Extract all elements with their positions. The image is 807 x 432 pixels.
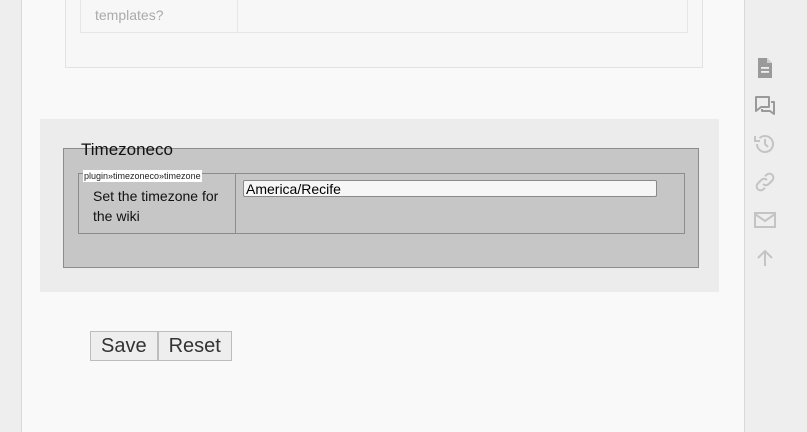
discussion-icon[interactable] bbox=[751, 92, 779, 120]
save-button[interactable]: Save bbox=[90, 331, 158, 361]
form-actions: Save Reset bbox=[90, 331, 232, 361]
timezone-input[interactable] bbox=[243, 180, 657, 197]
mail-icon[interactable] bbox=[751, 206, 779, 234]
config-label-cell: templates? bbox=[81, 0, 238, 32]
arrow-up-icon[interactable] bbox=[751, 244, 779, 272]
timezone-fieldset: Timezoneco plugin»timezoneco»timezone Se… bbox=[63, 140, 699, 268]
config-label-cell: plugin»timezoneco»timezone Set the timez… bbox=[79, 170, 236, 233]
reset-button[interactable]: Reset bbox=[157, 331, 232, 361]
timezone-label: Set the timezone for the wiki bbox=[93, 188, 219, 224]
config-row: templates? bbox=[80, 0, 688, 33]
fieldset-legend: Timezoneco bbox=[81, 140, 173, 159]
link-icon[interactable] bbox=[751, 168, 779, 196]
config-row-timezone: plugin»timezoneco»timezone Set the timez… bbox=[78, 170, 685, 234]
document-icon[interactable] bbox=[751, 54, 779, 82]
plugin-key-label: plugin»timezoneco»timezone bbox=[83, 170, 202, 182]
history-icon[interactable] bbox=[751, 130, 779, 158]
timezone-section: Timezoneco plugin»timezoneco»timezone Se… bbox=[40, 119, 719, 292]
page-content: templates? Timezoneco plugin»timezoneco»… bbox=[21, 0, 745, 432]
previous-config-section: templates? bbox=[65, 0, 703, 68]
config-label: templates? bbox=[95, 7, 164, 23]
config-input-cell bbox=[236, 174, 684, 233]
